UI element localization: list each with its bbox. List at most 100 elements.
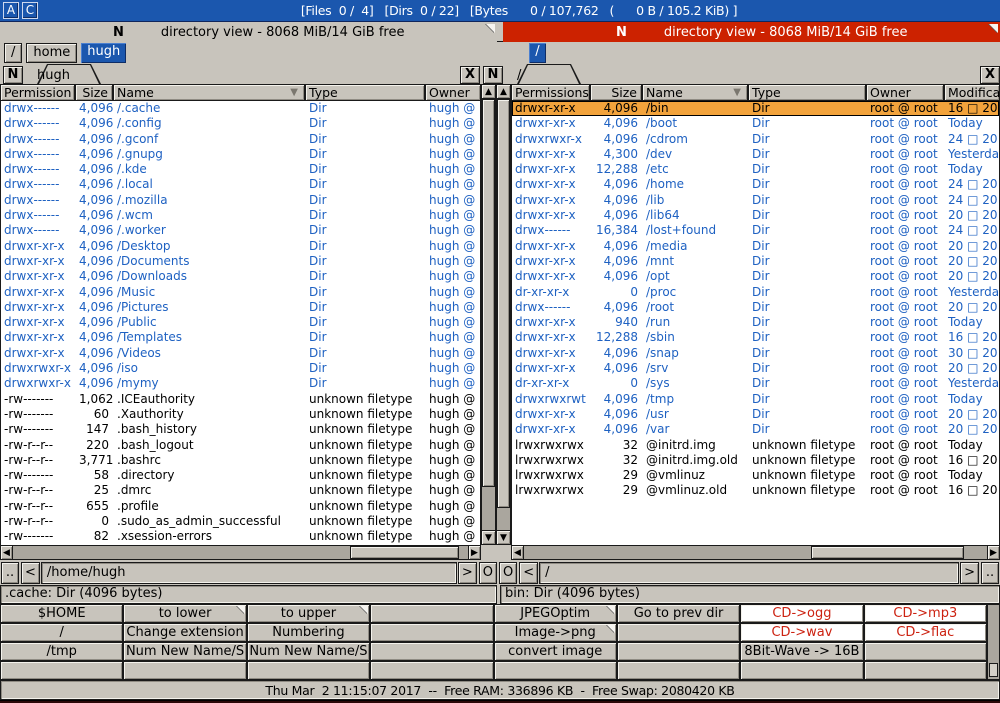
left-history-forward-button[interactable]: > xyxy=(458,562,477,584)
left-crumb-home[interactable]: home xyxy=(26,43,77,63)
file-row[interactable]: lrwxrwxrwx29@vmlinuzunknown filetyperoot… xyxy=(512,468,999,483)
scroll-left-icon[interactable]: ◀ xyxy=(511,545,524,560)
left-close-tab-button[interactable]: X xyxy=(460,66,480,84)
right-tab-root[interactable]: / xyxy=(517,64,581,84)
left-pane-header[interactable]: N directory view - 8068 MiB/14 GiB free xyxy=(0,22,497,42)
file-row[interactable]: -rw-------82.xsession-errorsunknown file… xyxy=(1,529,480,544)
file-row[interactable]: lrwxrwxrwx29@vmlinuz.oldunknown filetype… xyxy=(512,483,999,498)
column-header-type[interactable]: Type xyxy=(305,84,425,101)
scroll-down-icon[interactable]: ▼ xyxy=(496,530,511,545)
file-row[interactable]: -rw-------147.bash_historyunknown filety… xyxy=(1,422,480,437)
file-row[interactable]: drwxr-xr-x4,096/lib64Dirroot @ root20 □ … xyxy=(512,208,999,223)
file-row[interactable]: drwxr-xr-x4,096/homeDirroot @ root24 □ 2… xyxy=(512,177,999,192)
command-button-cd-wav[interactable]: CD->wav xyxy=(740,623,863,642)
right-pane-header-active[interactable]: N directory view - 8068 MiB/14 GiB free xyxy=(503,22,1000,42)
file-row[interactable]: dr-xr-xr-x0/procDirroot @ rootYesterda xyxy=(512,285,999,300)
file-row[interactable]: drwxr-xr-x4,096/PicturesDirhugh @ h xyxy=(1,300,480,315)
file-row[interactable]: drwx------4,096/.localDirhugh @ h xyxy=(1,177,480,192)
left-history-back-button[interactable]: < xyxy=(21,562,40,584)
file-row[interactable]: -rw-r--r--655.profileunknown filetypehug… xyxy=(1,499,480,514)
file-row[interactable]: drwx------4,096/.wcmDirhugh @ h xyxy=(1,208,480,223)
command-button-empty[interactable] xyxy=(864,661,987,680)
left-tab-hugh[interactable]: hugh xyxy=(37,64,101,84)
command-button-cd-mp3[interactable]: CD->mp3 xyxy=(864,604,987,623)
command-button-empty[interactable] xyxy=(370,623,493,642)
command-button-[interactable]: / xyxy=(0,623,123,642)
file-row[interactable]: drwxr-xr-x4,096/TemplatesDirhugh @ h xyxy=(1,330,480,345)
mode-c-button[interactable]: C xyxy=(22,2,38,19)
file-row[interactable]: drwxr-xr-x4,096/PublicDirhugh @ h xyxy=(1,315,480,330)
scroll-left-icon[interactable]: ◀ xyxy=(0,545,13,560)
scrollbar-thumb[interactable] xyxy=(811,546,964,559)
column-header-owner[interactable]: Owner xyxy=(866,84,944,101)
file-row[interactable]: -rw-------1,062.ICEauthorityunknown file… xyxy=(1,392,480,407)
file-row[interactable]: -rw-------60.Xauthorityunknown filetypeh… xyxy=(1,407,480,422)
left-crumb-root[interactable]: / xyxy=(4,43,22,63)
column-header-size[interactable]: Size xyxy=(75,84,113,101)
right-crumb-root-active[interactable]: / xyxy=(529,43,545,63)
file-row[interactable]: -rw-r--r--3,771.bashrcunknown filetypehu… xyxy=(1,453,480,468)
left-crumb-hugh-active[interactable]: hugh xyxy=(81,43,126,63)
scrollbar-track[interactable] xyxy=(524,545,987,560)
right-history-back-button[interactable]: < xyxy=(519,562,538,584)
file-row[interactable]: drwx------4,096/.kdeDirhugh @ h xyxy=(1,162,480,177)
command-button-empty[interactable] xyxy=(370,642,493,661)
command-button-jpegoptim[interactable]: JPEGOptim xyxy=(494,604,617,623)
command-button-8bit-wave-16b[interactable]: 8Bit-Wave -> 16B xyxy=(740,642,863,661)
command-button-to-lower[interactable]: to lower xyxy=(123,604,246,623)
file-row[interactable]: drwxr-xr-x4,096/snapDirroot @ root30 □ 2… xyxy=(512,346,999,361)
scrollbar-track[interactable] xyxy=(481,99,496,530)
command-button-empty[interactable] xyxy=(617,661,740,680)
file-row[interactable]: drwxr-xr-x940/runDirroot @ rootToday xyxy=(512,315,999,330)
command-button-cd-flac[interactable]: CD->flac xyxy=(864,623,987,642)
file-row[interactable]: drwxr-xr-x4,096/VideosDirhugh @ h xyxy=(1,346,480,361)
file-row[interactable]: drwxr-xr-x12,288/etcDirroot @ rootToday xyxy=(512,162,999,177)
file-row[interactable]: drwx------4,096/rootDirroot @ root20 □ 2… xyxy=(512,300,999,315)
command-button-home[interactable]: $HOME xyxy=(0,604,123,623)
scrollbar-thumb[interactable] xyxy=(497,99,510,508)
right-parent-dir-button[interactable]: .. xyxy=(981,562,999,584)
file-row[interactable]: drwxr-xr-x12,288/sbinDirroot @ root16 □ … xyxy=(512,330,999,345)
command-button-empty[interactable] xyxy=(370,604,493,623)
right-new-tab-button[interactable]: N xyxy=(483,66,503,84)
right-close-tab-button[interactable]: X xyxy=(980,66,1000,84)
file-row[interactable]: drwxr-xr-x4,096/bootDirroot @ rootToday xyxy=(512,116,999,131)
right-path-input[interactable]: / xyxy=(539,562,959,584)
scroll-down-icon[interactable]: ▼ xyxy=(481,530,496,545)
scrollbar-thumb[interactable] xyxy=(350,546,459,559)
command-button-empty[interactable] xyxy=(740,661,863,680)
scroll-up-icon[interactable]: ▲ xyxy=(496,84,511,99)
left-parent-dir-button[interactable]: .. xyxy=(1,562,19,584)
column-header-size[interactable]: Size xyxy=(590,84,642,101)
column-header-modifica[interactable]: Modifica xyxy=(944,84,1000,101)
file-row[interactable]: drwx------16,384/lost+foundDirroot @ roo… xyxy=(512,223,999,238)
left-horizontal-scrollbar[interactable]: ◀ ▶ xyxy=(0,545,481,560)
file-row[interactable]: drwx------4,096/.configDirhugh @ h xyxy=(1,116,480,131)
scroll-right-icon[interactable]: ▶ xyxy=(987,545,1000,560)
file-row[interactable]: drwx------4,096/.gnupgDirhugh @ h xyxy=(1,147,480,162)
command-button-empty[interactable] xyxy=(617,623,740,642)
command-button-empty[interactable] xyxy=(123,661,246,680)
file-row[interactable]: drwxr-xr-x4,096/usrDirroot @ root20 □ 20 xyxy=(512,407,999,422)
file-row[interactable]: drwxr-xr-x4,096/mntDirroot @ root20 □ 20 xyxy=(512,254,999,269)
file-row[interactable]: -rw-r--r--0.sudo_as_admin_successfulunkn… xyxy=(1,514,480,529)
command-button-empty[interactable] xyxy=(0,661,123,680)
file-row[interactable]: dr-xr-xr-x0/sysDirroot @ rootYesterda xyxy=(512,376,999,391)
left-path-input[interactable]: /home/hugh xyxy=(41,562,457,584)
column-header-permission[interactable]: Permission xyxy=(0,84,75,101)
command-button-go-to-prev-dir[interactable]: Go to prev dir xyxy=(617,604,740,623)
command-button-convert-image[interactable]: convert image xyxy=(494,642,617,661)
file-row[interactable]: drwxrwxr-x4,096/cdromDirroot @ root24 □ … xyxy=(512,132,999,147)
file-row[interactable]: drwxr-xr-x4,096/libDirroot @ root24 □ 20 xyxy=(512,193,999,208)
file-row[interactable]: drwx------4,096/.workerDirhugh @ h xyxy=(1,223,480,238)
button-bank-scrollbar[interactable] xyxy=(987,604,1000,680)
file-row[interactable]: drwxrwxr-x4,096/isoDirhugh @ h xyxy=(1,361,480,376)
command-button-tmp[interactable]: /tmp xyxy=(0,642,123,661)
right-file-list[interactable]: drwxr-xr-x4,096/binDirroot @ root16 □ 20… xyxy=(511,101,1000,545)
command-button-empty[interactable] xyxy=(247,661,370,680)
left-options-button[interactable]: O xyxy=(479,562,497,584)
scrollbar-track[interactable] xyxy=(496,99,511,530)
file-row[interactable]: lrwxrwxrwx32@initrd.imgunknown filetyper… xyxy=(512,438,999,453)
left-vertical-scrollbar[interactable]: ▲ ▼ xyxy=(481,84,496,545)
command-button-num-new-name-s[interactable]: Num New Name/S xyxy=(123,642,246,661)
